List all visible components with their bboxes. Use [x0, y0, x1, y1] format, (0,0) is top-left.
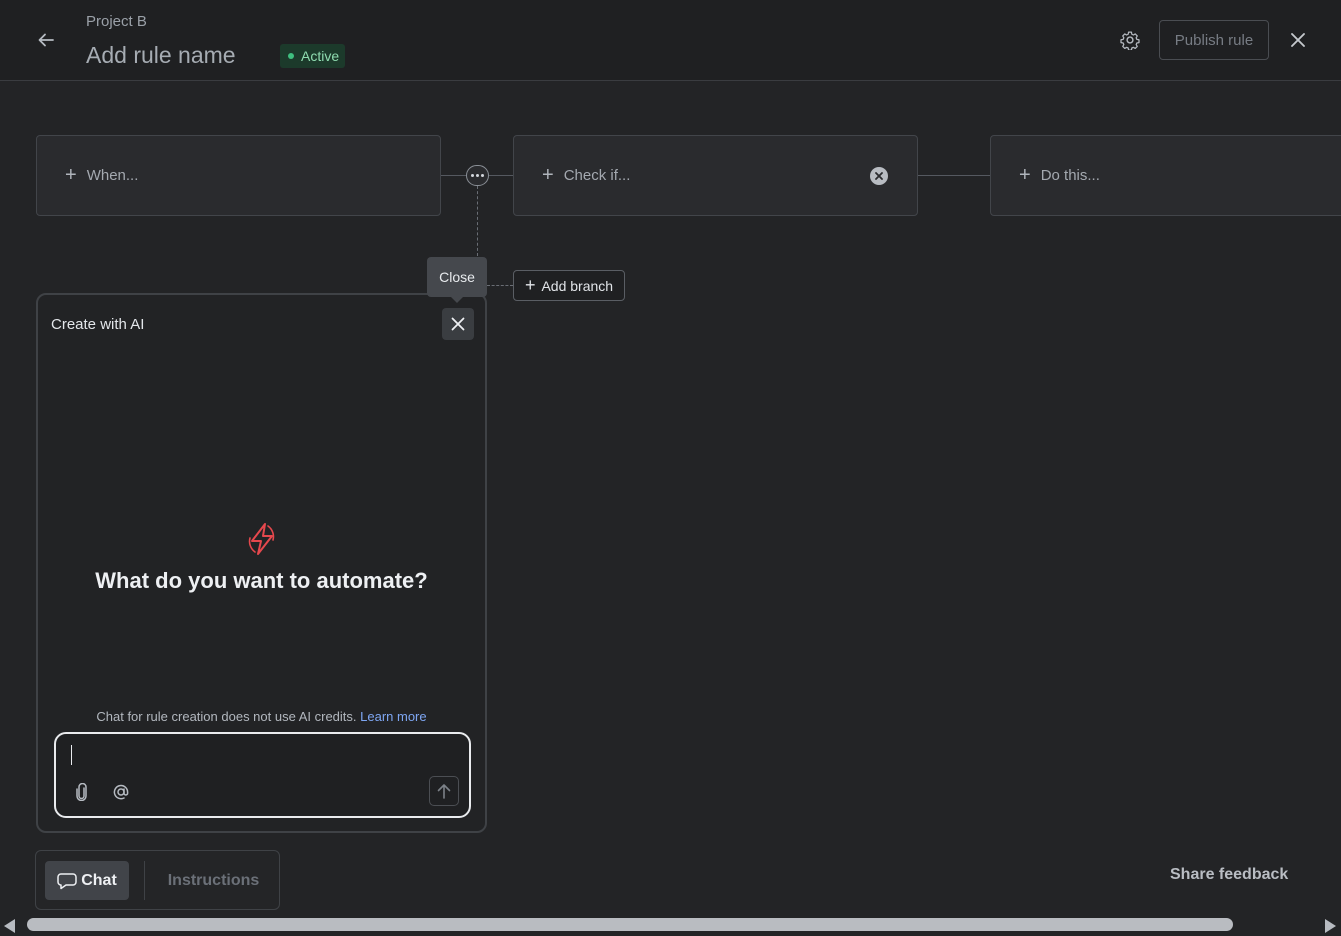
connector-line [918, 175, 990, 176]
arrow-up-icon [437, 784, 451, 799]
at-sign-icon [113, 784, 129, 800]
mention-button[interactable] [108, 780, 134, 804]
rule-name-field[interactable]: Add rule name [86, 42, 236, 69]
tab-divider [144, 861, 145, 900]
project-name: Project B [86, 13, 147, 30]
trigger-label: When... [86, 167, 139, 184]
settings-button[interactable] [1114, 24, 1146, 56]
dot-icon [476, 174, 479, 177]
plus-icon: + [524, 275, 536, 295]
more-options-button[interactable] [466, 165, 489, 186]
close-circle-icon [875, 172, 883, 180]
back-button[interactable] [30, 24, 62, 56]
plus-icon: + [542, 164, 554, 186]
paperclip-icon [76, 783, 87, 801]
credits-note: Chat for rule creation does not use AI c… [38, 709, 485, 724]
status-label: Active [301, 48, 340, 64]
trigger-node[interactable]: + When... [36, 135, 441, 216]
chat-input-box [54, 732, 471, 818]
close-editor-button[interactable] [1282, 24, 1314, 56]
dot-icon [471, 174, 474, 177]
condition-label: Check if... [563, 167, 631, 184]
rule-header: Project B Add rule name Active Publish r… [0, 0, 1341, 81]
share-feedback-button[interactable]: Share feedback [1170, 866, 1288, 884]
status-dot-icon [288, 53, 294, 59]
text-cursor [71, 745, 72, 765]
branch-connector [487, 285, 513, 286]
tab-instructions[interactable]: Instructions [156, 861, 271, 900]
lightning-bolt-icon [248, 523, 275, 555]
scroll-left-icon[interactable] [4, 919, 15, 933]
tab-chat-label: Chat [81, 871, 117, 889]
gear-icon [1120, 31, 1140, 50]
panel-title: Create with AI [51, 316, 145, 333]
branch-connector [477, 186, 478, 256]
publish-rule-button[interactable]: Publish rule [1159, 20, 1269, 60]
credits-note-text: Chat for rule creation does not use AI c… [96, 709, 357, 724]
add-branch-label: Add branch [541, 277, 614, 294]
status-badge: Active [280, 44, 346, 68]
add-branch-button[interactable]: + Add branch [513, 270, 625, 301]
connector-line [489, 175, 513, 176]
mode-tabs: Chat Instructions [35, 850, 280, 910]
action-node[interactable]: + Do this... [990, 135, 1341, 216]
create-with-ai-panel: Create with AI What do you want to autom… [36, 293, 487, 833]
condition-node[interactable]: + Check if... [513, 135, 918, 216]
action-label: Do this... [1040, 167, 1100, 184]
plus-icon: + [1019, 164, 1031, 186]
arrow-left-icon [38, 33, 54, 47]
send-button[interactable] [429, 776, 459, 806]
close-tooltip: Close [427, 257, 487, 303]
close-panel-button[interactable] [442, 308, 474, 340]
scroll-right-icon[interactable] [1325, 919, 1336, 933]
plus-icon: + [65, 164, 77, 186]
scrollbar-thumb[interactable] [27, 918, 1233, 931]
dot-icon [481, 174, 484, 177]
remove-condition-button[interactable] [870, 167, 888, 185]
chat-input[interactable] [70, 742, 450, 770]
connector-line [441, 175, 466, 176]
tab-chat[interactable]: Chat [45, 861, 129, 900]
speech-bubble-icon [57, 872, 77, 889]
learn-more-link[interactable]: Learn more [360, 709, 426, 724]
close-icon [451, 317, 465, 331]
horizontal-scrollbar[interactable] [0, 912, 1341, 936]
attach-button[interactable] [70, 780, 94, 804]
close-icon [1291, 33, 1305, 47]
panel-heading: What do you want to automate? [95, 568, 428, 593]
